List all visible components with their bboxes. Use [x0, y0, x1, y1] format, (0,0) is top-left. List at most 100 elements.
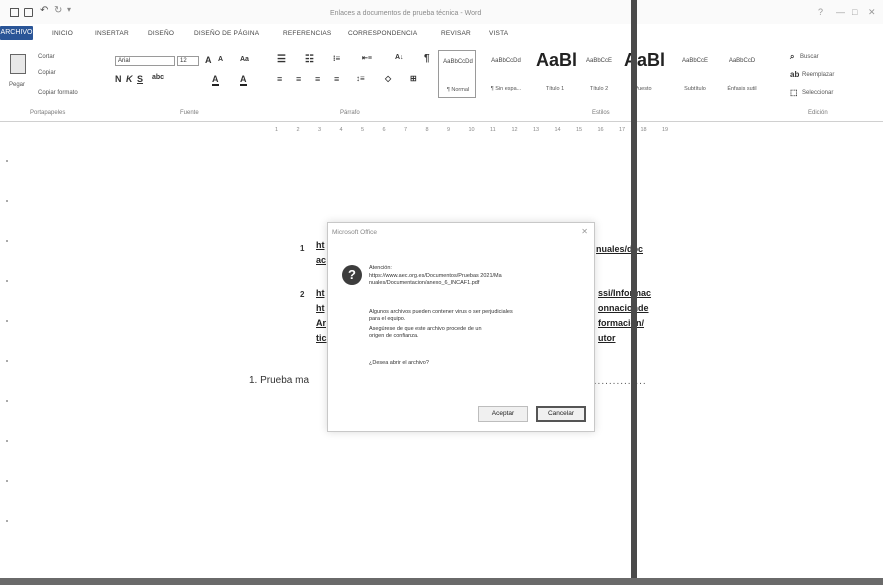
font-color-icon[interactable]: A: [240, 74, 247, 86]
document-link[interactable]: tic: [316, 333, 327, 343]
style-item[interactable]: AaBbCcD Énfasis sutil: [723, 50, 761, 98]
ribbon-tabs: ARCHIVO INICIO INSERTAR DISEÑO DISEÑO DE…: [0, 26, 883, 42]
replace-button[interactable]: Reemplazar: [802, 72, 834, 78]
format-painter-button[interactable]: Copiar formato: [38, 90, 78, 96]
document-link[interactable]: formacion/: [598, 318, 644, 328]
bold-icon[interactable]: N: [115, 74, 122, 84]
underline-icon[interactable]: S: [137, 74, 143, 84]
group-label-clipboard: Portapapeles: [30, 110, 66, 116]
strikethrough-icon[interactable]: abc: [152, 74, 164, 81]
ruler-tick-label: 4: [339, 127, 343, 133]
style-name: ¶ Sin espa...: [490, 86, 522, 92]
close-button[interactable]: ✕: [868, 7, 876, 18]
ruler-tick-label: 17: [619, 127, 626, 133]
window-title: Enlaces a documentos de prueba técnica -…: [330, 10, 482, 17]
change-case-icon[interactable]: Aa: [240, 56, 249, 63]
group-label-paragraph: Párrafo: [340, 110, 360, 116]
document-link[interactable]: ssi/Informac: [598, 288, 651, 298]
minimize-button[interactable]: —: [836, 7, 845, 17]
help-icon[interactable]: ?: [818, 7, 823, 17]
shading-icon[interactable]: ◇: [385, 74, 391, 83]
align-center-icon[interactable]: ≡: [296, 74, 301, 84]
document-link[interactable]: utor: [598, 333, 616, 343]
decrease-indent-icon[interactable]: ⇤≡: [362, 54, 372, 62]
copy-button[interactable]: Copiar: [38, 70, 56, 76]
font-name-box[interactable]: Arial: [115, 56, 175, 66]
ruler-mark: [6, 440, 8, 442]
line-spacing-icon[interactable]: ↕≡: [356, 74, 365, 83]
style-name: Subtítulo: [684, 86, 706, 92]
accept-button[interactable]: Aceptar: [478, 406, 528, 422]
tab-file[interactable]: ARCHIVO: [0, 26, 33, 40]
ruler-mark: [6, 360, 8, 362]
tab-design[interactable]: DISEÑO: [148, 30, 174, 37]
tab-mailings[interactable]: CORRESPONDENCIA: [348, 30, 417, 37]
customize-qat-icon[interactable]: ▾: [67, 5, 71, 14]
style-item[interactable]: AaBl Puesto: [624, 50, 665, 98]
align-right-icon[interactable]: ≡: [315, 74, 320, 84]
tab-view[interactable]: VISTA: [489, 30, 508, 37]
tab-insert[interactable]: INSERTAR: [95, 30, 129, 37]
borders-icon[interactable]: ⊞: [410, 74, 417, 83]
select-icon[interactable]: ⬚: [790, 88, 798, 97]
style-item[interactable]: AaBl Título 1: [536, 50, 577, 98]
ruler-mark: [6, 480, 8, 482]
paste-button[interactable]: Pegar: [9, 82, 25, 88]
taskbar-strip: [0, 578, 883, 585]
italic-icon[interactable]: K: [126, 74, 133, 84]
redo-icon[interactable]: ↻: [54, 5, 62, 16]
document-link[interactable]: ac: [316, 255, 326, 265]
ruler-tick-label: 6: [382, 127, 386, 133]
ruler-mark: [6, 400, 8, 402]
style-sample: AaBbCcDd: [443, 59, 473, 65]
style-item[interactable]: AaBbCcE Subtítulo: [676, 50, 714, 98]
style-item[interactable]: AaBbCcDd ¶ Normal: [438, 50, 476, 98]
style-sample: AaBbCcE: [585, 58, 612, 64]
document-link[interactable]: onnacionde: [598, 303, 649, 313]
multilevel-list-icon[interactable]: ⁝≡: [333, 54, 340, 63]
find-icon[interactable]: ⌕: [790, 52, 794, 62]
find-button[interactable]: Buscar: [800, 54, 819, 60]
show-marks-icon[interactable]: ¶: [424, 53, 430, 64]
highlight-icon[interactable]: A: [212, 74, 219, 86]
shrink-font-icon[interactable]: A: [218, 56, 223, 63]
bullets-icon[interactable]: ☰: [277, 54, 286, 65]
tab-references[interactable]: REFERENCIAS: [283, 30, 331, 37]
justify-icon[interactable]: ≡: [334, 74, 339, 84]
numbering-icon[interactable]: ☷: [305, 54, 314, 65]
paste-icon[interactable]: [10, 54, 26, 74]
cancel-button[interactable]: Cancelar: [536, 406, 586, 422]
save-icon[interactable]: [24, 8, 33, 17]
document-link[interactable]: ht: [316, 288, 325, 298]
ruler-tick-label: 10: [468, 127, 475, 133]
ruler-tick-label: 16: [597, 127, 604, 133]
title-bar: ↶ ↻ ▾ Enlaces a documentos de prueba téc…: [0, 0, 883, 24]
style-item[interactable]: AaBbCcE Título 2: [580, 50, 618, 98]
select-button[interactable]: Seleccionar: [802, 90, 833, 96]
list-number: 2: [300, 290, 305, 299]
list-number: 1: [300, 244, 305, 253]
tab-review[interactable]: REVISAR: [441, 30, 471, 37]
style-item[interactable]: AaBbCcDd ¶ Sin espa...: [487, 50, 525, 98]
dialog-close-button[interactable]: ✕: [581, 227, 588, 236]
document-link[interactable]: ht: [316, 240, 325, 250]
question-icon: ?: [342, 265, 362, 285]
horizontal-ruler[interactable]: 1 2 3 4 5 6 7 8 9 10 11 12 13 14 15 16 17 18 19: [185, 124, 725, 138]
document-link[interactable]: ht: [316, 303, 325, 313]
replace-icon[interactable]: ab: [790, 70, 799, 79]
tab-page-layout[interactable]: DISEÑO DE PÁGINA: [194, 30, 259, 37]
undo-icon[interactable]: ↶: [40, 5, 48, 16]
ruler-tick-label: 13: [533, 127, 540, 133]
align-left-icon[interactable]: ≡: [277, 74, 282, 84]
cut-button[interactable]: Cortar: [38, 54, 55, 60]
ruler-tick-label: 7: [404, 127, 408, 133]
ruler-tick-label: 11: [490, 127, 496, 133]
ruler-tick-label: 5: [361, 127, 365, 133]
font-size-box[interactable]: 12: [177, 56, 199, 66]
document-link[interactable]: Ar: [316, 318, 326, 328]
sort-icon[interactable]: A↓: [395, 54, 404, 61]
grow-font-icon[interactable]: A: [205, 55, 212, 65]
tab-home[interactable]: INICIO: [52, 30, 73, 37]
maximize-button[interactable]: □: [852, 7, 857, 17]
vertical-ruler[interactable]: [0, 140, 14, 580]
